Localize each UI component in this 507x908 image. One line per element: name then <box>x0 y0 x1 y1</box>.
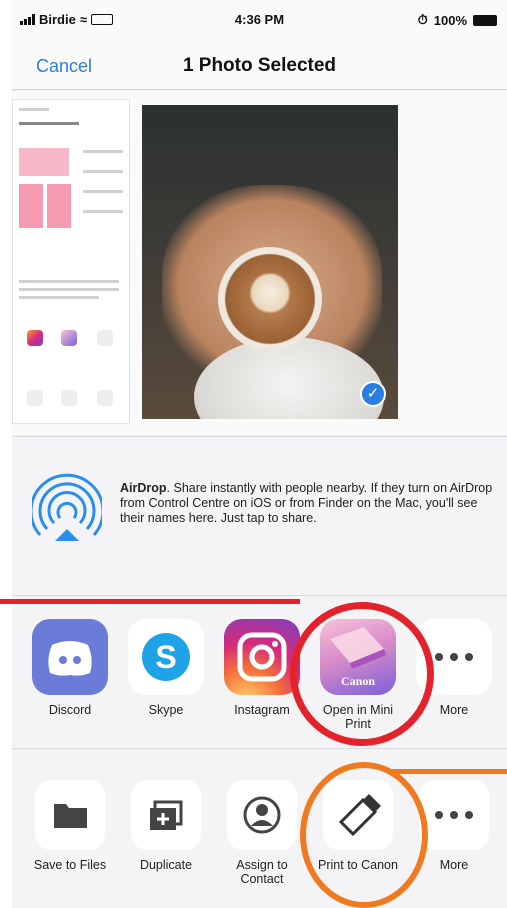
folder-icon <box>35 780 105 850</box>
discord-icon <box>32 619 108 695</box>
skype-icon: S <box>128 619 204 695</box>
app-label: Discord <box>48 703 92 717</box>
instagram-icon <box>224 619 300 695</box>
more-icon <box>419 780 489 850</box>
share-app-discord[interactable]: Discord <box>22 619 118 717</box>
highlight-circle-orange <box>300 762 428 908</box>
app-label: Instagram <box>234 703 290 717</box>
duplicate-icon <box>131 780 201 850</box>
highlight-line-orange <box>392 769 507 774</box>
alarm-icon: ⏱ <box>417 12 428 27</box>
app-label: Skype <box>148 703 184 717</box>
highlight-line-red <box>0 599 300 604</box>
checkmark-icon: ✓ <box>360 381 386 407</box>
screenshot-thumbnail[interactable] <box>12 99 130 424</box>
action-assign-to-contact[interactable]: Assign to Contact <box>214 780 310 886</box>
share-app-skype[interactable]: S Skype <box>118 619 214 717</box>
airdrop-heading: AirDrop <box>120 481 167 495</box>
page-title: 1 Photo Selected <box>182 55 337 76</box>
airdrop-icon[interactable] <box>32 473 102 543</box>
action-duplicate[interactable]: Duplicate <box>118 780 214 872</box>
action-label: Save to Files <box>33 858 107 872</box>
highlight-circle-red <box>290 602 434 746</box>
battery-percent: 100% <box>433 12 467 28</box>
selected-photo[interactable]: ✓ <box>142 105 398 419</box>
photo-strip: ✓ <box>12 91 507 435</box>
airdrop-section: AirDrop. Share instantly with people nea… <box>12 436 507 596</box>
action-label: Assign to Contact <box>236 858 288 886</box>
status-bar: Birdie ≈ 4:36 PM ⏱ 100% <box>12 0 507 40</box>
battery-icon <box>473 14 497 26</box>
nav-bar: Cancel 1 Photo Selected <box>12 40 507 90</box>
contact-icon <box>227 780 297 850</box>
action-label: Duplicate <box>139 858 193 872</box>
airdrop-text: . Share instantly with people nearby. If… <box>120 481 493 525</box>
svg-text:S: S <box>155 639 176 675</box>
airdrop-description: AirDrop. Share instantly with people nea… <box>120 481 495 526</box>
action-save-to-files[interactable]: Save to Files <box>22 780 118 872</box>
